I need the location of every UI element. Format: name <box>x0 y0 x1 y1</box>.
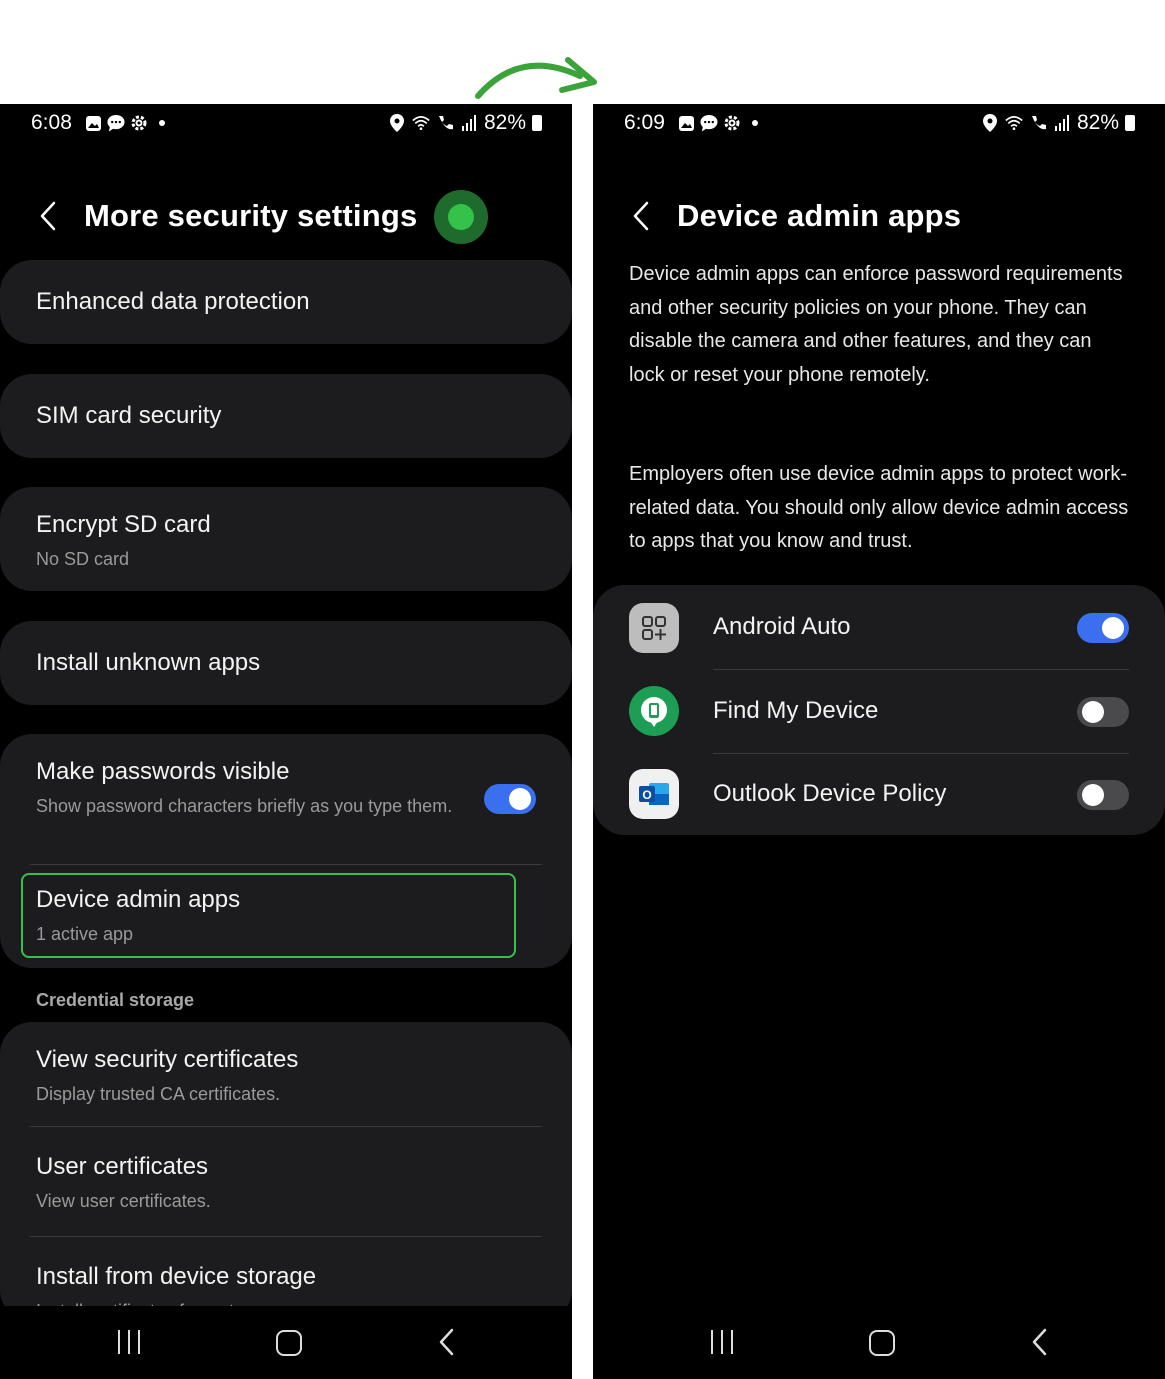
item-title: User certificates <box>36 1153 209 1180</box>
signal-icon <box>1053 114 1071 132</box>
chat-notification-icon <box>700 114 718 132</box>
wifi-icon <box>1005 114 1023 132</box>
back-arrow-icon[interactable] <box>629 199 653 233</box>
wifi-calling-icon <box>1029 114 1047 132</box>
wifi-calling-icon <box>436 114 454 132</box>
item-subtitle: Show password characters briefly as you … <box>36 796 453 816</box>
back-arrow-icon[interactable] <box>36 199 60 233</box>
recents-button-icon[interactable] <box>118 1330 140 1354</box>
status-bar: 6:08 82% <box>0 104 572 144</box>
transition-arrow-icon <box>475 57 597 99</box>
app-name-outlook-device-policy: Outlook Device Policy <box>713 780 947 807</box>
description-paragraph-2: Employers often use device admin apps to… <box>629 463 1129 552</box>
page-title: Device admin apps <box>677 198 962 233</box>
list-item-view-security-certificates[interactable]: View security certificates Display trust… <box>36 1046 298 1107</box>
home-button-icon[interactable] <box>276 1330 302 1356</box>
device-admin-app-list: Android Auto Find My Device O Outlook De… <box>593 585 1165 835</box>
item-title: Install unknown apps <box>36 649 261 676</box>
list-item-encrypt-sd-card[interactable]: Encrypt SD card No SD card <box>0 487 572 591</box>
battery-percent: 82% <box>1076 111 1119 134</box>
list-item-enhanced-data-protection[interactable]: Enhanced data protection <box>0 260 572 344</box>
recents-button-icon[interactable] <box>711 1330 733 1354</box>
gallery-notification-icon <box>677 114 695 132</box>
item-subtitle: Display trusted CA certificates. <box>36 1084 281 1104</box>
description-paragraph-1: Device admin apps can enforce password r… <box>629 263 1123 386</box>
device-admin-apps-screen: 6:09 82% Device admin apps Device admin … <box>593 104 1165 1379</box>
navigation-bar <box>593 1314 1165 1374</box>
outlook-icon: O <box>629 769 679 819</box>
chat-notification-icon <box>107 114 125 132</box>
gallery-notification-icon <box>84 114 102 132</box>
item-title: Encrypt SD card <box>36 511 211 538</box>
status-time: 6:09 <box>624 111 665 134</box>
divider <box>30 864 542 865</box>
app-header: Device admin apps <box>593 189 1165 249</box>
make-passwords-visible-toggle[interactable] <box>484 784 536 814</box>
divider <box>713 753 1129 754</box>
tap-indicator-dot <box>434 190 488 244</box>
back-button-icon[interactable] <box>438 1328 454 1356</box>
settings-notification-icon <box>130 114 148 132</box>
location-icon <box>981 114 999 132</box>
item-title: Make passwords visible <box>36 758 290 785</box>
find-my-device-toggle[interactable] <box>1077 697 1129 727</box>
item-title: Install from device storage <box>36 1263 317 1290</box>
item-subtitle: No SD card <box>36 549 130 569</box>
battery-icon <box>532 115 542 131</box>
status-bar: 6:09 82% <box>593 104 1165 144</box>
item-subtitle: View user certificates. <box>36 1191 211 1211</box>
signal-icon <box>460 114 478 132</box>
navigation-bar <box>0 1314 572 1374</box>
list-item-install-unknown-apps[interactable]: Install unknown apps <box>0 621 572 705</box>
divider <box>30 1126 542 1127</box>
list-item-sim-card-security[interactable]: SIM card security <box>0 374 572 458</box>
home-button-icon[interactable] <box>869 1330 895 1356</box>
back-button-icon[interactable] <box>1031 1328 1047 1356</box>
battery-percent: 82% <box>483 111 526 134</box>
app-name-find-my-device: Find My Device <box>713 697 879 724</box>
app-name-android-auto: Android Auto <box>713 613 851 640</box>
settings-notification-icon <box>723 114 741 132</box>
svg-text:O: O <box>642 788 651 802</box>
page-title: More security settings <box>84 198 418 233</box>
item-title: Enhanced data protection <box>36 288 310 315</box>
divider <box>713 669 1129 670</box>
outlook-device-policy-toggle[interactable] <box>1077 780 1129 810</box>
selection-highlight <box>21 873 516 958</box>
location-icon <box>388 114 406 132</box>
status-time: 6:08 <box>31 111 72 134</box>
settings-group-credentials: View security certificates Display trust… <box>0 1022 572 1322</box>
more-notifications-dot-icon <box>746 114 764 132</box>
list-item-make-passwords-visible[interactable]: Make passwords visible Show password cha… <box>36 758 456 819</box>
more-notifications-dot-icon <box>153 114 171 132</box>
more-security-settings-screen: 6:08 82% More security settings Enhanced… <box>0 104 572 1379</box>
wifi-icon <box>412 114 430 132</box>
divider <box>30 1236 542 1237</box>
android-auto-icon <box>629 603 679 653</box>
android-auto-toggle[interactable] <box>1077 613 1129 643</box>
list-item-user-certificates[interactable]: User certificates View user certificates… <box>36 1153 211 1214</box>
section-label-credential-storage: Credential storage <box>36 990 195 1010</box>
item-title: SIM card security <box>36 402 222 429</box>
battery-icon <box>1125 115 1135 131</box>
find-my-device-icon <box>629 686 679 736</box>
item-title: View security certificates <box>36 1046 299 1073</box>
